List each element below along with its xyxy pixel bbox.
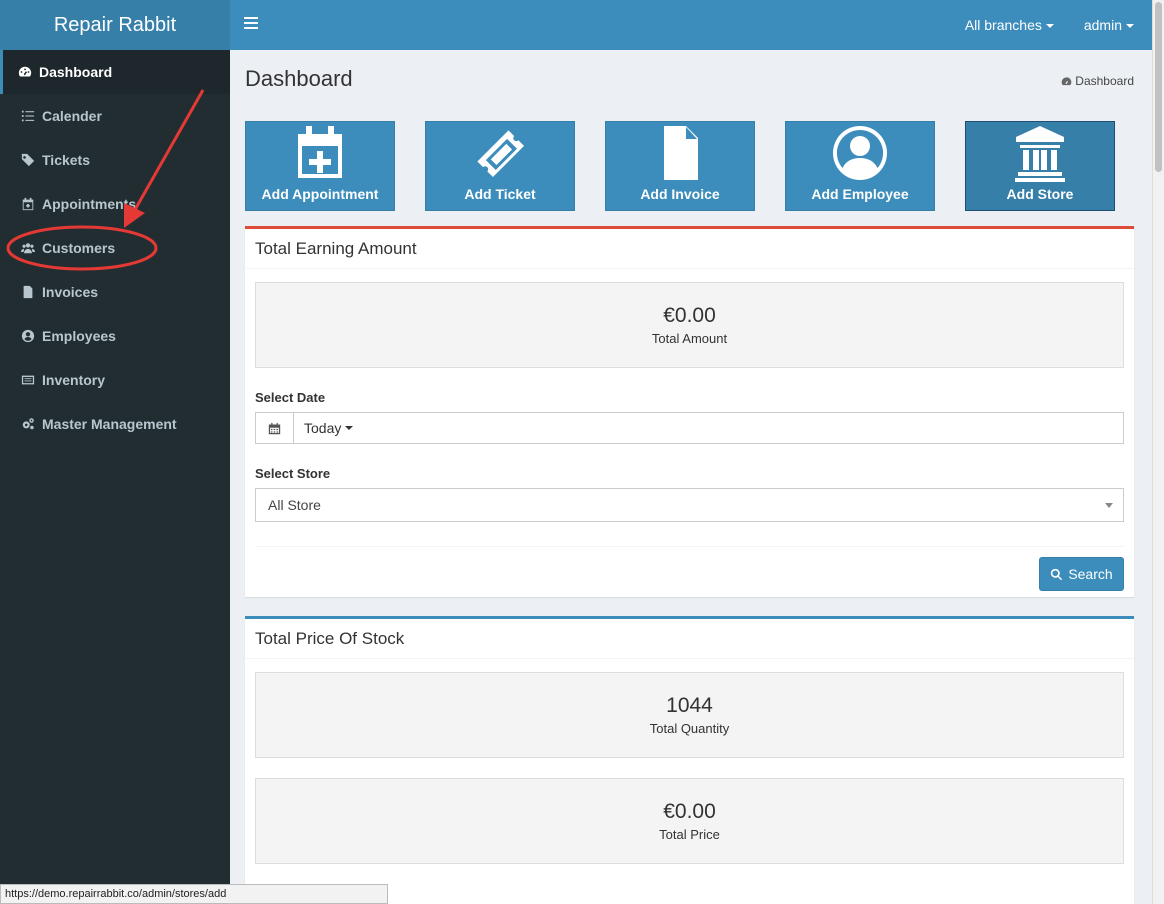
page-title: Dashboard xyxy=(245,66,353,91)
add-store-button[interactable]: Add Store xyxy=(965,121,1115,211)
caret-down-icon xyxy=(1045,24,1054,29)
user-circle-icon xyxy=(21,329,35,343)
date-value-text: Today xyxy=(304,420,342,436)
branches-dropdown[interactable]: All branches xyxy=(965,17,1054,33)
sidebar-item-appointments[interactable]: Appointments xyxy=(0,182,230,226)
add-ticket-button[interactable]: Add Ticket xyxy=(425,121,575,211)
date-value[interactable]: Today xyxy=(294,413,354,443)
stock-box: Total Price Of Stock 1044 Total Quantity… xyxy=(245,616,1134,904)
breadcrumb[interactable]: Dashboard xyxy=(1061,74,1134,88)
total-price-value: €0.00 xyxy=(663,800,716,823)
total-quantity-label: Total Quantity xyxy=(649,721,730,736)
total-amount-card: €0.00 Total Amount xyxy=(255,282,1124,368)
sidebar-item-label: Employees xyxy=(42,328,116,344)
caret-down-icon xyxy=(1126,24,1134,29)
total-price-card: €0.00 Total Price xyxy=(255,778,1124,864)
search-button[interactable]: Search xyxy=(1039,557,1124,591)
list-icon xyxy=(21,109,35,123)
document-icon xyxy=(664,126,698,180)
earnings-footer: Search xyxy=(255,546,1124,602)
ticket-icon xyxy=(477,130,525,178)
total-price-label: Total Price xyxy=(659,827,720,842)
sidebar-item-inventory[interactable]: Inventory xyxy=(0,358,230,402)
add-appointment-button[interactable]: Add Appointment xyxy=(245,121,395,211)
sidebar-item-invoices[interactable]: Invoices xyxy=(0,270,230,314)
sidebar-item-calender[interactable]: Calender xyxy=(0,94,230,138)
app-logo[interactable]: Repair Rabbit xyxy=(0,0,230,50)
search-label: Search xyxy=(1068,566,1113,582)
total-quantity-card: 1044 Total Quantity xyxy=(255,672,1124,758)
content-header: Dashboard Dashboard xyxy=(245,50,1134,110)
calendar-icon xyxy=(256,413,294,443)
sidebar-item-label: Customers xyxy=(42,240,116,256)
status-bar-url: https://demo.repairrabbit.co/admin/store… xyxy=(0,884,388,904)
sidebar-item-tickets[interactable]: Tickets xyxy=(0,138,230,182)
sidebar-item-label: Appointments xyxy=(42,196,137,212)
total-quantity-value: 1044 xyxy=(666,694,713,717)
user-icon xyxy=(833,126,887,180)
gears-icon xyxy=(21,417,35,431)
menu-toggle-icon[interactable] xyxy=(244,17,258,31)
scrollbar-thumb[interactable] xyxy=(1155,2,1162,172)
user-name: admin xyxy=(1083,17,1122,33)
breadcrumb-item: Dashboard xyxy=(1075,74,1134,88)
add-store-label: Add Store xyxy=(1006,186,1074,202)
inventory-icon xyxy=(21,373,35,387)
add-ticket-label: Add Ticket xyxy=(464,186,536,202)
select-date-label: Select Date xyxy=(255,390,326,405)
sidebar-item-label: Dashboard xyxy=(39,64,113,80)
quick-actions: Add Appointment Add Ticket Add Invoice A… xyxy=(245,121,1145,211)
store-select[interactable]: All Store xyxy=(255,488,1124,522)
date-range-picker[interactable]: Today xyxy=(255,412,1124,444)
add-appointment-label: Add Appointment xyxy=(261,186,379,202)
sidebar-item-customers[interactable]: Customers xyxy=(0,226,230,270)
tag-icon xyxy=(21,153,35,167)
dashboard-icon xyxy=(18,65,32,79)
sidebar-item-employees[interactable]: Employees xyxy=(0,314,230,358)
branches-label: All branches xyxy=(964,17,1042,33)
top-nav-right: All branches admin xyxy=(935,0,1134,50)
file-icon xyxy=(21,285,35,299)
sidebar-item-label: Tickets xyxy=(42,152,90,168)
add-employee-button[interactable]: Add Employee xyxy=(785,121,935,211)
add-employee-label: Add Employee xyxy=(811,186,909,202)
sidebar-item-label: Inventory xyxy=(42,372,106,388)
user-dropdown[interactable]: admin xyxy=(1084,17,1134,33)
top-navbar: All branches admin xyxy=(230,0,1152,50)
sidebar-item-dashboard[interactable]: Dashboard xyxy=(0,50,230,94)
page-scrollbar[interactable] xyxy=(1152,0,1164,904)
sidebar-item-master-management[interactable]: Master Management xyxy=(0,402,230,446)
earnings-title: Total Earning Amount xyxy=(245,229,1134,269)
bank-icon xyxy=(1015,126,1065,182)
store-select-value: All Store xyxy=(268,497,321,513)
calendar-plus-icon xyxy=(298,126,342,178)
total-amount-label: Total Amount xyxy=(651,331,728,346)
main-content: Dashboard Dashboard Add Appointment Add … xyxy=(245,50,1134,904)
stock-title: Total Price Of Stock xyxy=(245,619,1134,659)
sidebar-item-label: Invoices xyxy=(42,284,99,300)
select-store-label: Select Store xyxy=(255,466,331,481)
sidebar: Repair Rabbit Dashboard Calender Tickets… xyxy=(0,0,230,904)
search-icon xyxy=(1051,568,1063,580)
add-invoice-label: Add Invoice xyxy=(640,186,720,202)
sidebar-item-label: Master Management xyxy=(42,416,177,432)
sidebar-item-label: Calender xyxy=(42,108,102,124)
earnings-box: Total Earning Amount €0.00 Total Amount … xyxy=(245,226,1134,597)
calendar-icon xyxy=(21,197,35,211)
add-invoice-button[interactable]: Add Invoice xyxy=(605,121,755,211)
users-icon xyxy=(21,241,35,255)
dropdown-arrow-icon xyxy=(1105,502,1113,508)
sidebar-menu: Dashboard Calender Tickets Appointments … xyxy=(0,50,230,446)
caret-down-icon xyxy=(345,426,354,430)
total-amount-value: €0.00 xyxy=(663,304,716,327)
dashboard-icon xyxy=(1061,76,1072,85)
